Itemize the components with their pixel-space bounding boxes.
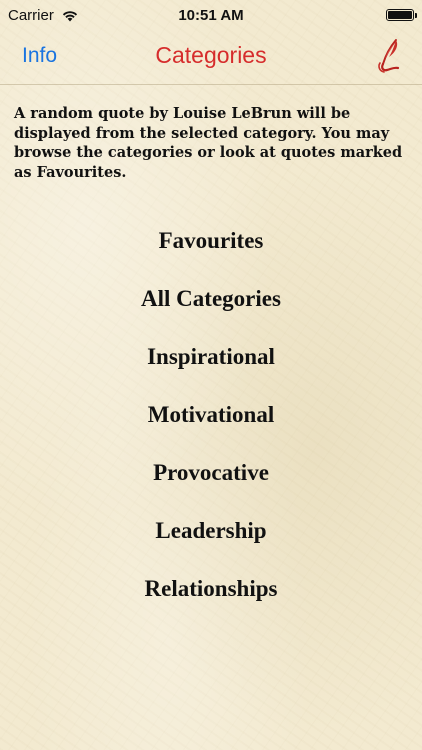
category-favourites[interactable]: Favourites [0,212,422,270]
navigation-bar: Info Categories [0,30,422,85]
carrier-label: Carrier [8,6,54,24]
page-title: Categories [155,42,267,68]
category-relationships[interactable]: Relationships [0,560,422,618]
category-motivational[interactable]: Motivational [0,386,422,444]
status-bar: Carrier 10:51 AM [0,0,422,30]
category-all-categories[interactable]: All Categories [0,270,422,328]
battery-cap [414,12,417,18]
category-list: Favourites All Categories Inspirational … [0,212,422,618]
status-right [386,9,422,21]
quill-pen-icon[interactable] [372,38,404,74]
battery-level [388,11,412,19]
category-inspirational[interactable]: Inspirational [0,328,422,386]
status-left: Carrier [0,7,79,24]
category-leadership[interactable]: Leadership [0,502,422,560]
description-text: A random quote by Louise LeBrun will be … [14,105,403,181]
wifi-icon [61,9,79,22]
category-provocative[interactable]: Provocative [0,444,422,502]
battery-icon [386,9,417,21]
info-button[interactable]: Info [22,44,57,68]
